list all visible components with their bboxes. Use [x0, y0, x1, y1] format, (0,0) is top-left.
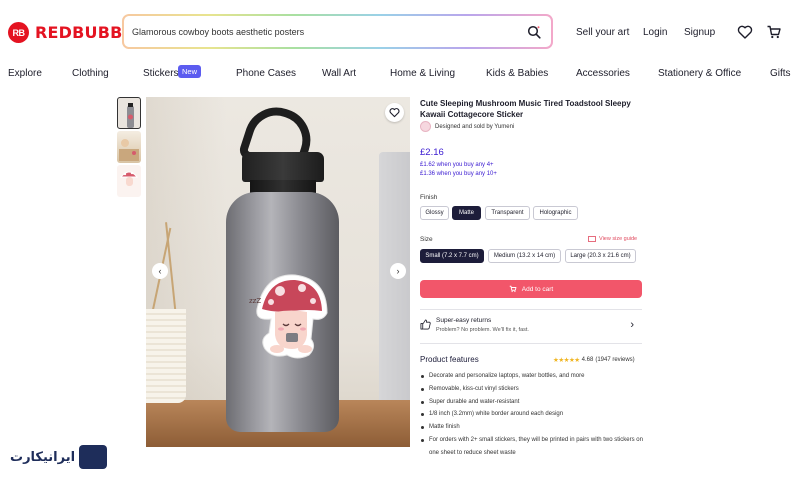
bulk-price-4: £1.62 when you buy any 4+	[420, 162, 494, 168]
add-to-cart-label: Add to cart	[521, 285, 554, 293]
finish-label: Finish	[420, 194, 438, 201]
product-title: Cute Sleeping Mushroom Music Tired Toads…	[420, 99, 631, 119]
nav-wall-art[interactable]: Wall Art	[322, 68, 356, 79]
list-item: Matte finish	[420, 421, 645, 434]
cart-icon	[509, 285, 517, 293]
next-image-button[interactable]: ›	[390, 263, 406, 279]
cart-icon[interactable]	[766, 24, 782, 40]
nav-clothing[interactable]: Clothing	[72, 68, 109, 79]
sell-your-art-link[interactable]: Sell your art	[576, 27, 629, 38]
thumbs-up-icon	[420, 319, 431, 330]
size-guide-link[interactable]: View size guide	[588, 236, 637, 242]
list-item: 1/8 inch (3.2mm) white border around eac…	[420, 408, 645, 421]
nav-phone-cases[interactable]: Phone Cases	[236, 68, 296, 79]
mushroom-sticker: zzZ	[249, 274, 328, 359]
finish-holographic[interactable]: Holographic	[533, 206, 578, 220]
nav-stationery-office[interactable]: Stationery & Office	[658, 68, 741, 79]
finish-matte[interactable]: Matte	[452, 206, 481, 220]
ceramic-cup	[146, 309, 186, 403]
size-guide-text: View size guide	[599, 236, 638, 242]
new-badge: New	[178, 65, 202, 78]
site-header: RB REDBUBBLE Glamorous cowboy boots aest…	[0, 0, 800, 62]
thumbnail-bottle[interactable]	[117, 97, 141, 129]
nav-accessories[interactable]: Accessories	[576, 68, 630, 79]
size-medium[interactable]: Medium (13.2 x 14 cm)	[488, 249, 561, 263]
returns-info[interactable]: Super-easy returns Problem? No problem. …	[420, 316, 642, 338]
thumbnail-sticker[interactable]	[117, 165, 141, 197]
search-query: Glamorous cowboy boots aesthetic posters	[132, 26, 305, 37]
size-large[interactable]: Large (20.3 x 21.6 cm)	[565, 249, 636, 263]
list-item: Super durable and water-resistant	[420, 396, 645, 409]
watermark: ایرانیکارت	[10, 445, 108, 469]
rating-value: 4.68	[581, 357, 594, 363]
list-item: Decorate and personalize laptops, water …	[420, 370, 645, 383]
product-price: £2.16	[420, 147, 444, 158]
divider	[420, 343, 642, 344]
artist-info[interactable]: Designed and sold by Yumeni	[420, 121, 514, 132]
list-item: For orders with 2+ small stickers, they …	[420, 434, 645, 460]
search-input[interactable]: Glamorous cowboy boots aesthetic posters	[124, 16, 551, 47]
category-nav: Explore Clothing Stickers New Phone Case…	[0, 62, 800, 86]
login-link[interactable]: Login	[643, 27, 667, 38]
watermark-text: ایرانیکارت	[10, 449, 76, 465]
chevron-left-icon: ‹	[158, 266, 162, 276]
search-bar: Glamorous cowboy boots aesthetic posters	[122, 14, 553, 49]
bulk-price-10: £1.36 when you buy any 10+	[420, 171, 497, 177]
thumbnail-scene[interactable]	[117, 131, 141, 163]
prev-image-button[interactable]: ‹	[152, 263, 168, 279]
size-label: Size	[420, 236, 433, 243]
nav-home-living[interactable]: Home & Living	[390, 68, 455, 79]
rating-summary[interactable]: ★★★★★ 4.68 (1947 reviews)	[553, 356, 635, 364]
feature-list: Decorate and personalize laptops, water …	[420, 370, 645, 460]
finish-glossy[interactable]: Glossy	[420, 206, 449, 220]
finish-transparent[interactable]: Transparent	[485, 206, 530, 220]
product-image: zzZ	[146, 97, 410, 447]
returns-subtitle: Problem? No problem. We'll fix it, fast.	[436, 327, 529, 333]
sticker-zzz: zzZ	[249, 297, 261, 305]
search-icon[interactable]	[525, 23, 543, 41]
nav-explore[interactable]: Explore	[8, 68, 42, 79]
chevron-right-icon: ›	[630, 319, 634, 331]
list-item: Removable, kiss-cut vinyl stickers	[420, 383, 645, 396]
rating-stars: ★★★★★	[553, 357, 580, 364]
watermark-logo	[79, 445, 108, 469]
heart-icon[interactable]	[737, 24, 753, 40]
artist-avatar	[420, 121, 431, 132]
chevron-right-icon: ›	[396, 266, 400, 276]
logo-mark: RB	[8, 22, 29, 43]
artist-line: Designed and sold by Yumeni	[435, 123, 515, 130]
bottle-cap	[242, 152, 324, 182]
nav-stickers[interactable]: Stickers	[143, 68, 179, 79]
signup-link[interactable]: Signup	[684, 27, 715, 38]
product-features-title: Product features	[420, 355, 479, 364]
nav-kids-babies[interactable]: Kids & Babies	[486, 68, 548, 79]
favorite-button[interactable]	[385, 103, 404, 122]
divider	[420, 309, 642, 310]
nav-gifts[interactable]: Gifts	[770, 68, 791, 79]
size-small[interactable]: Small (7.2 x 7.7 cm)	[420, 249, 484, 263]
ruler-icon	[588, 236, 596, 242]
returns-title: Super-easy returns	[436, 317, 492, 324]
rating-count: (1947 reviews)	[595, 357, 635, 363]
add-to-cart-button[interactable]: Add to cart	[420, 280, 642, 298]
